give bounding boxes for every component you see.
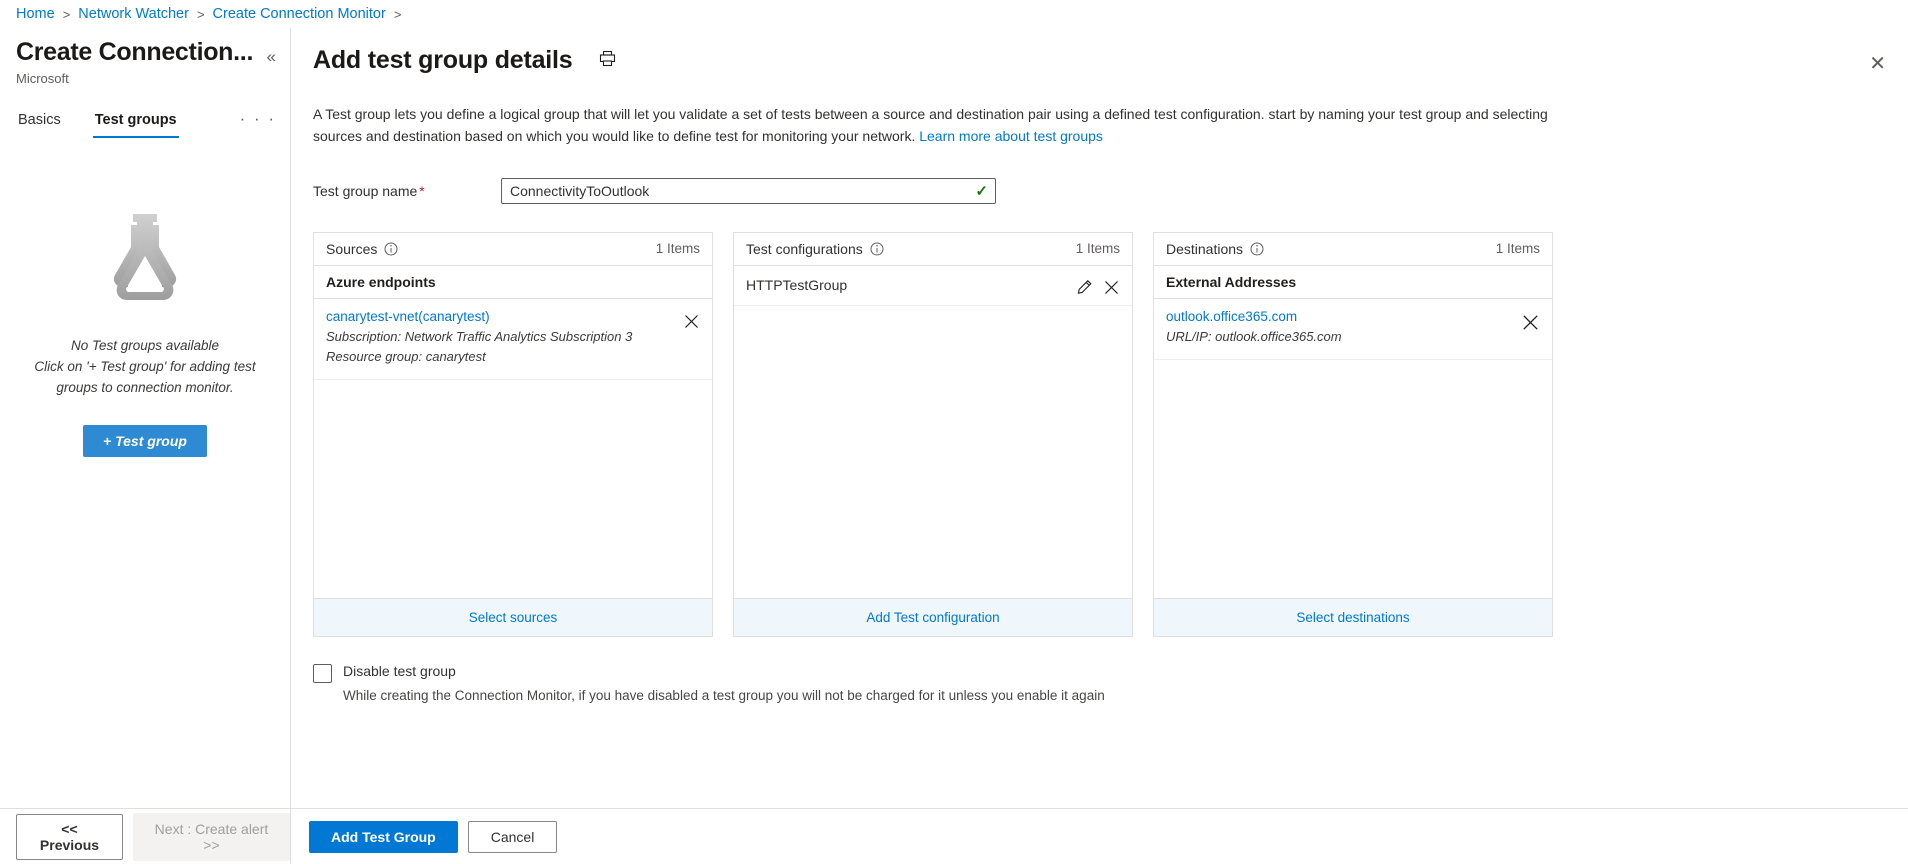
test-group-name-input-wrap: ✓	[501, 178, 996, 204]
empty-state-text: No Test groups available Click on '+ Tes…	[34, 336, 255, 399]
disable-test-group-help-text: While creating the Connection Monitor, i…	[343, 688, 1105, 703]
destinations-subheader: External Addresses	[1154, 266, 1552, 299]
test-configurations-item-count: 1 Items	[1076, 241, 1120, 256]
learn-more-link[interactable]: Learn more about test groups	[919, 128, 1103, 144]
source-subscription-text: Subscription: Network Traffic Analytics …	[326, 327, 632, 347]
sources-card-header: Sources 1 Items	[314, 233, 712, 266]
wizard-navigation-footer: << Previous Next : Create alert >>	[0, 808, 290, 864]
next-create-alert-button: Next : Create alert >>	[133, 813, 290, 861]
edit-icon[interactable]	[1076, 279, 1093, 296]
delete-icon[interactable]	[1103, 279, 1120, 296]
test-group-name-label: Test group name*	[313, 183, 501, 199]
destinations-item-count: 1 Items	[1496, 241, 1540, 256]
sources-subheader: Azure endpoints	[314, 266, 712, 299]
destinations-card-header: Destinations 1 Items	[1154, 233, 1552, 266]
select-destinations-button[interactable]: Select destinations	[1154, 598, 1552, 636]
test-group-name-input[interactable]	[501, 178, 996, 204]
table-row: HTTPTestGroup	[734, 266, 1132, 306]
info-icon[interactable]	[384, 242, 398, 256]
sources-item-count: 1 Items	[656, 241, 700, 256]
blade-footer: Add Test Group Cancel	[291, 808, 1908, 864]
create-connection-monitor-panel: Create Connection... « Microsoft Basics …	[0, 28, 290, 864]
add-test-group-blade: Add test group details ✕ A Test group le…	[290, 28, 1908, 864]
table-row: canarytest-vnet(canarytest) Subscription…	[314, 299, 712, 380]
table-row: outlook.office365.com URL/IP: outlook.of…	[1154, 299, 1552, 360]
info-icon[interactable]	[870, 242, 884, 256]
flask-icon	[93, 212, 197, 306]
chevron-double-left-icon[interactable]: «	[267, 38, 276, 65]
printer-icon[interactable]	[599, 50, 616, 72]
previous-button[interactable]: << Previous	[16, 814, 123, 860]
test-group-name-row: Test group name* ✓	[313, 178, 1908, 204]
close-icon[interactable]: ✕	[1869, 54, 1886, 74]
select-sources-button[interactable]: Select sources	[314, 598, 712, 636]
destinations-card-title: Destinations	[1166, 241, 1243, 257]
add-test-group-submit-button[interactable]: Add Test Group	[309, 821, 458, 853]
destination-url-ip-text: URL/IP: outlook.office365.com	[1166, 327, 1342, 347]
source-row-content: canarytest-vnet(canarytest) Subscription…	[326, 309, 632, 367]
blade-description: A Test group lets you define a logical g…	[313, 103, 1563, 148]
disable-test-group-block: Disable test group While creating the Co…	[313, 663, 1908, 703]
sources-card-title: Sources	[326, 241, 377, 257]
breadcrumb-item-network-watcher[interactable]: Network Watcher	[78, 6, 189, 22]
source-endpoint-link[interactable]: canarytest-vnet(canarytest)	[326, 309, 632, 324]
source-resource-group-text: Resource group: canarytest	[326, 347, 632, 367]
breadcrumb-separator: >	[197, 7, 205, 22]
test-configurations-card-body: HTTPTestGroup	[734, 266, 1132, 598]
tab-basics[interactable]: Basics	[16, 108, 63, 138]
info-icon[interactable]	[1250, 242, 1264, 256]
add-test-configuration-button[interactable]: Add Test configuration	[734, 598, 1132, 636]
empty-state-line-2: Click on '+ Test group' for adding test	[34, 359, 255, 374]
test-configuration-row-actions	[1076, 275, 1120, 296]
delete-icon[interactable]	[1521, 313, 1540, 332]
test-configurations-card: Test configurations 1 Items HTTPTestGrou…	[733, 232, 1133, 637]
blade-header: Add test group details	[291, 28, 1908, 75]
test-groups-empty-state: No Test groups available Click on '+ Tes…	[0, 212, 290, 457]
required-marker: *	[419, 183, 424, 199]
left-panel-header: Create Connection... «	[0, 28, 290, 67]
test-group-cards: Sources 1 Items Azure endpoints c	[313, 232, 1908, 637]
test-group-name-label-text: Test group name	[313, 183, 417, 199]
sources-card: Sources 1 Items Azure endpoints c	[313, 232, 713, 637]
breadcrumb-item-create-connection-monitor[interactable]: Create Connection Monitor	[213, 6, 386, 22]
sources-card-body: canarytest-vnet(canarytest) Subscription…	[314, 299, 712, 598]
tab-test-groups[interactable]: Test groups	[93, 108, 179, 138]
destination-address-link[interactable]: outlook.office365.com	[1166, 309, 1342, 324]
wizard-tabs: Basics Test groups · · ·	[0, 108, 290, 138]
cancel-button[interactable]: Cancel	[468, 821, 558, 853]
disable-test-group-texts: Disable test group While creating the Co…	[343, 663, 1105, 703]
test-configuration-name: HTTPTestGroup	[746, 277, 847, 293]
publisher-label: Microsoft	[0, 67, 290, 86]
azure-portal-page: Home > Network Watcher > Create Connecti…	[0, 0, 1908, 864]
blade-title: Add test group details	[313, 46, 573, 75]
breadcrumb-item-home[interactable]: Home	[16, 6, 55, 22]
destinations-card-body: outlook.office365.com URL/IP: outlook.of…	[1154, 299, 1552, 598]
tabs-overflow-icon[interactable]: · · ·	[240, 109, 276, 137]
test-configurations-card-header: Test configurations 1 Items	[734, 233, 1132, 266]
empty-state-line-1: No Test groups available	[71, 338, 219, 353]
destination-row-actions	[1521, 309, 1540, 332]
page-title: Create Connection...	[16, 38, 253, 67]
test-configurations-card-title: Test configurations	[746, 241, 863, 257]
add-test-group-button[interactable]: + Test group	[83, 425, 207, 457]
destination-row-content: outlook.office365.com URL/IP: outlook.of…	[1166, 309, 1342, 347]
delete-icon[interactable]	[683, 313, 700, 330]
disable-test-group-checkbox[interactable]	[313, 664, 332, 683]
empty-state-line-3: groups to connection monitor.	[56, 380, 233, 395]
destinations-card: Destinations 1 Items External Addresses	[1153, 232, 1553, 637]
source-row-actions	[683, 309, 700, 330]
breadcrumb-separator: >	[63, 7, 71, 22]
breadcrumb-separator: >	[394, 7, 402, 22]
disable-test-group-label[interactable]: Disable test group	[343, 663, 1105, 679]
breadcrumb: Home > Network Watcher > Create Connecti…	[0, 0, 1908, 28]
